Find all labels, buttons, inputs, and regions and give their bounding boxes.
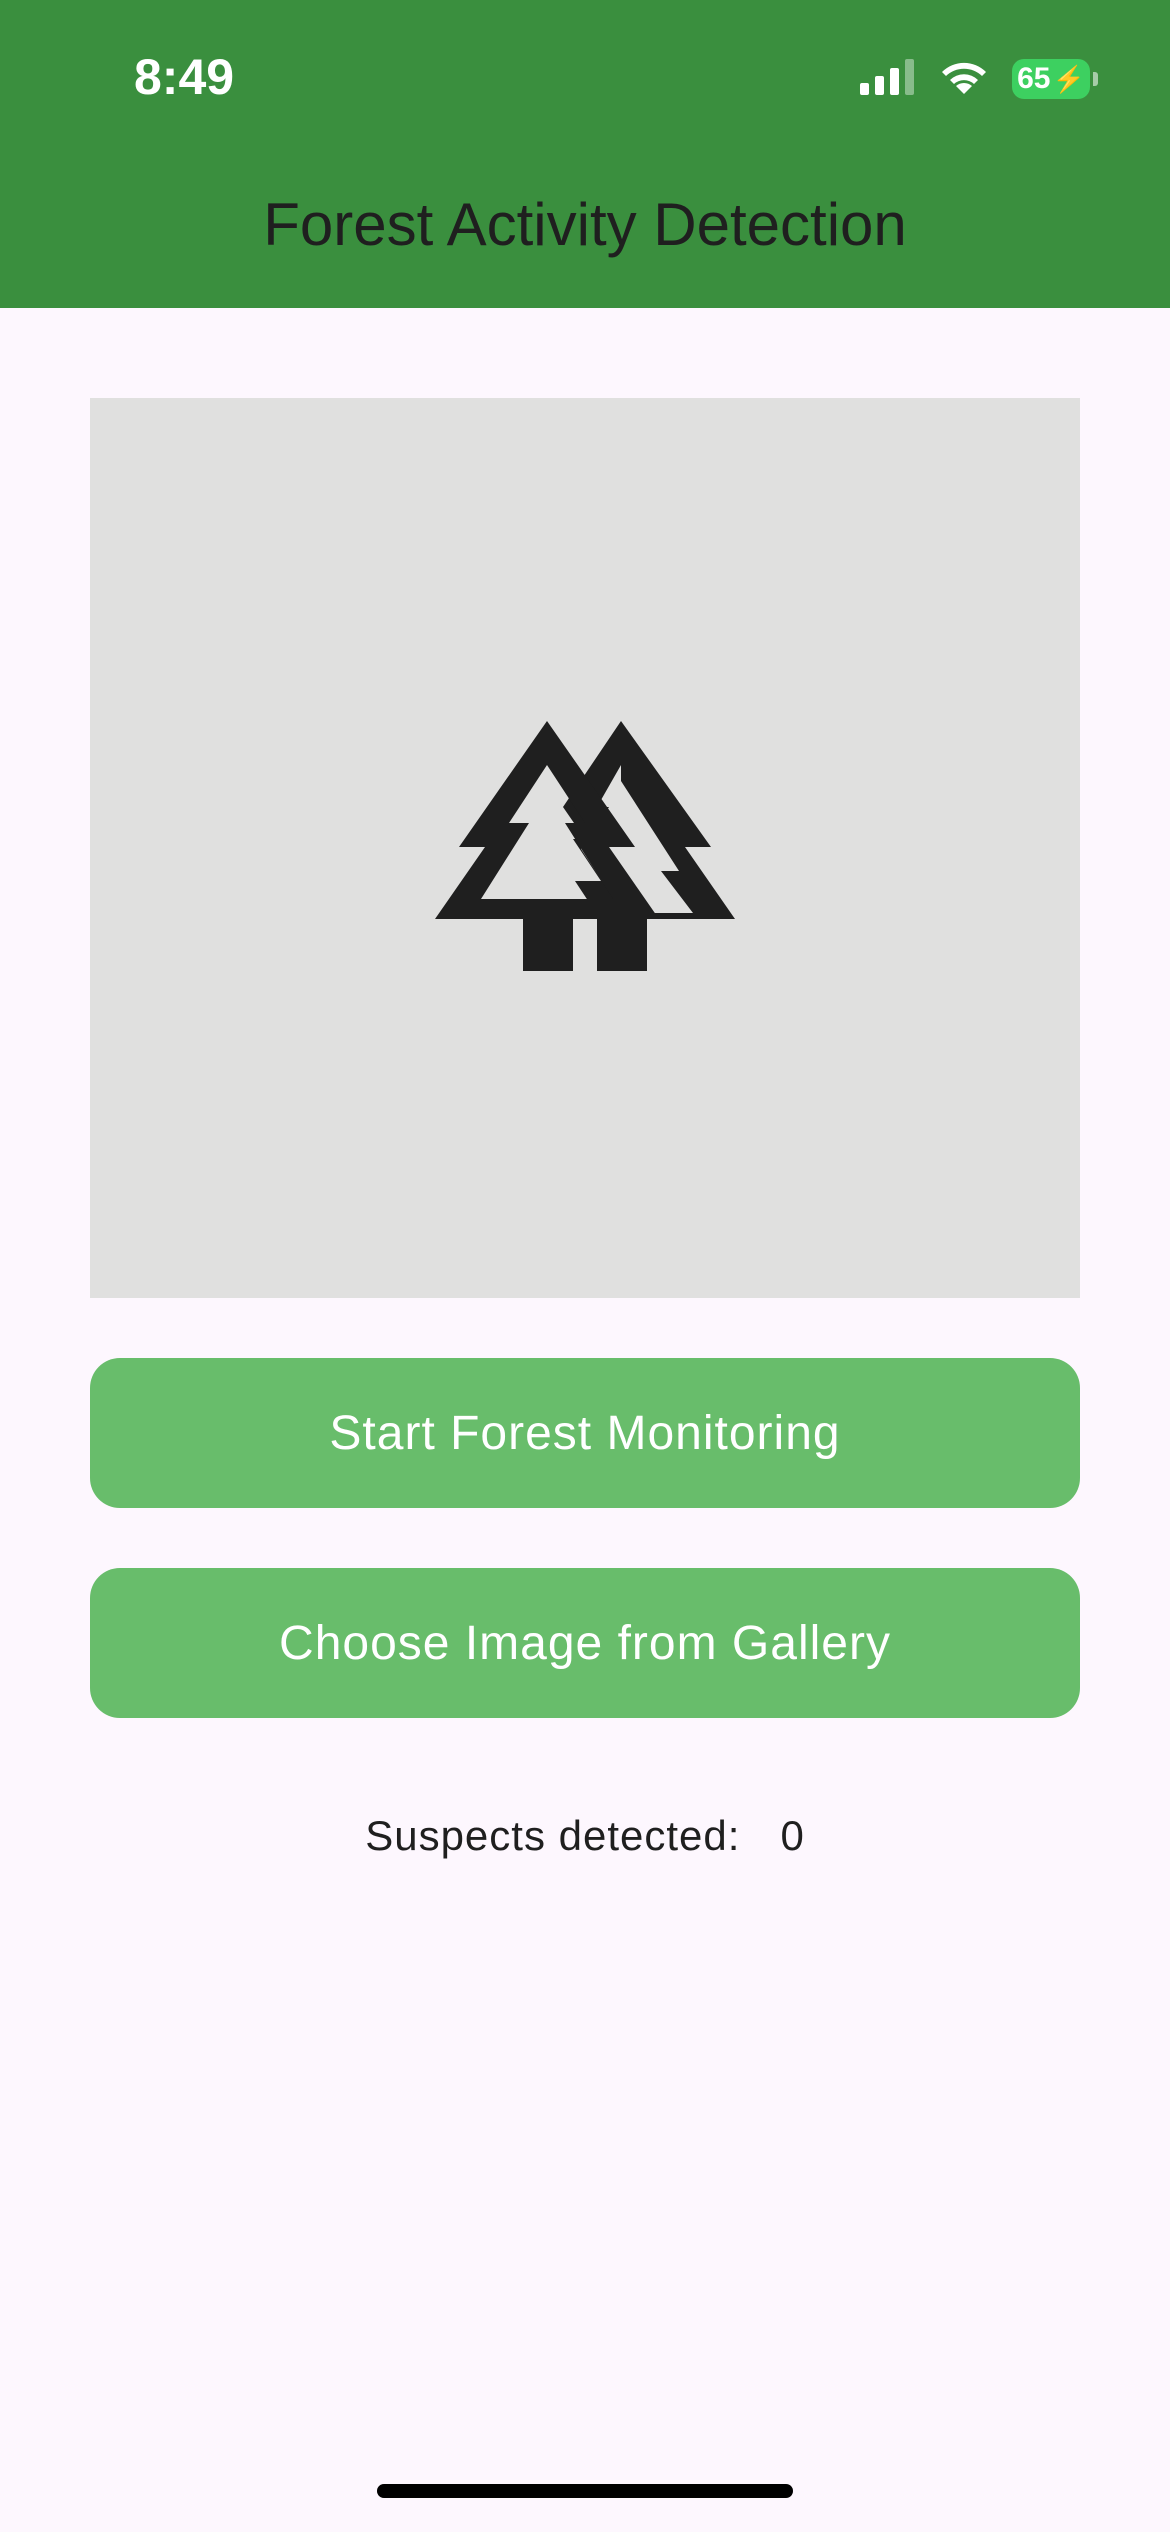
battery-level: 65	[1017, 62, 1051, 95]
cellular-signal-icon	[860, 58, 916, 100]
status-time: 8:49	[134, 49, 235, 105]
charging-bolt-icon: ⚡	[1052, 63, 1085, 94]
app-header: 8:49 65 ⚡ Forest Activity Detection	[0, 0, 1170, 308]
home-indicator[interactable]	[377, 2484, 793, 2498]
wifi-icon	[938, 58, 990, 101]
start-monitoring-button[interactable]: Start Forest Monitoring	[90, 1358, 1080, 1508]
page-title: Forest Activity Detection	[263, 191, 907, 258]
battery-charging-icon: 65 ⚡	[1012, 59, 1098, 99]
suspects-label: Suspects detected:	[365, 1812, 741, 1859]
suspects-detected-row: Suspects detected: 0	[0, 1812, 1170, 1860]
suspects-count: 0	[780, 1812, 805, 1859]
forest-trees-icon	[435, 720, 735, 976]
choose-image-button[interactable]: Choose Image from Gallery	[90, 1568, 1080, 1718]
image-preview-area[interactable]	[90, 398, 1080, 1298]
status-icons: 65 ⚡	[860, 56, 1098, 102]
